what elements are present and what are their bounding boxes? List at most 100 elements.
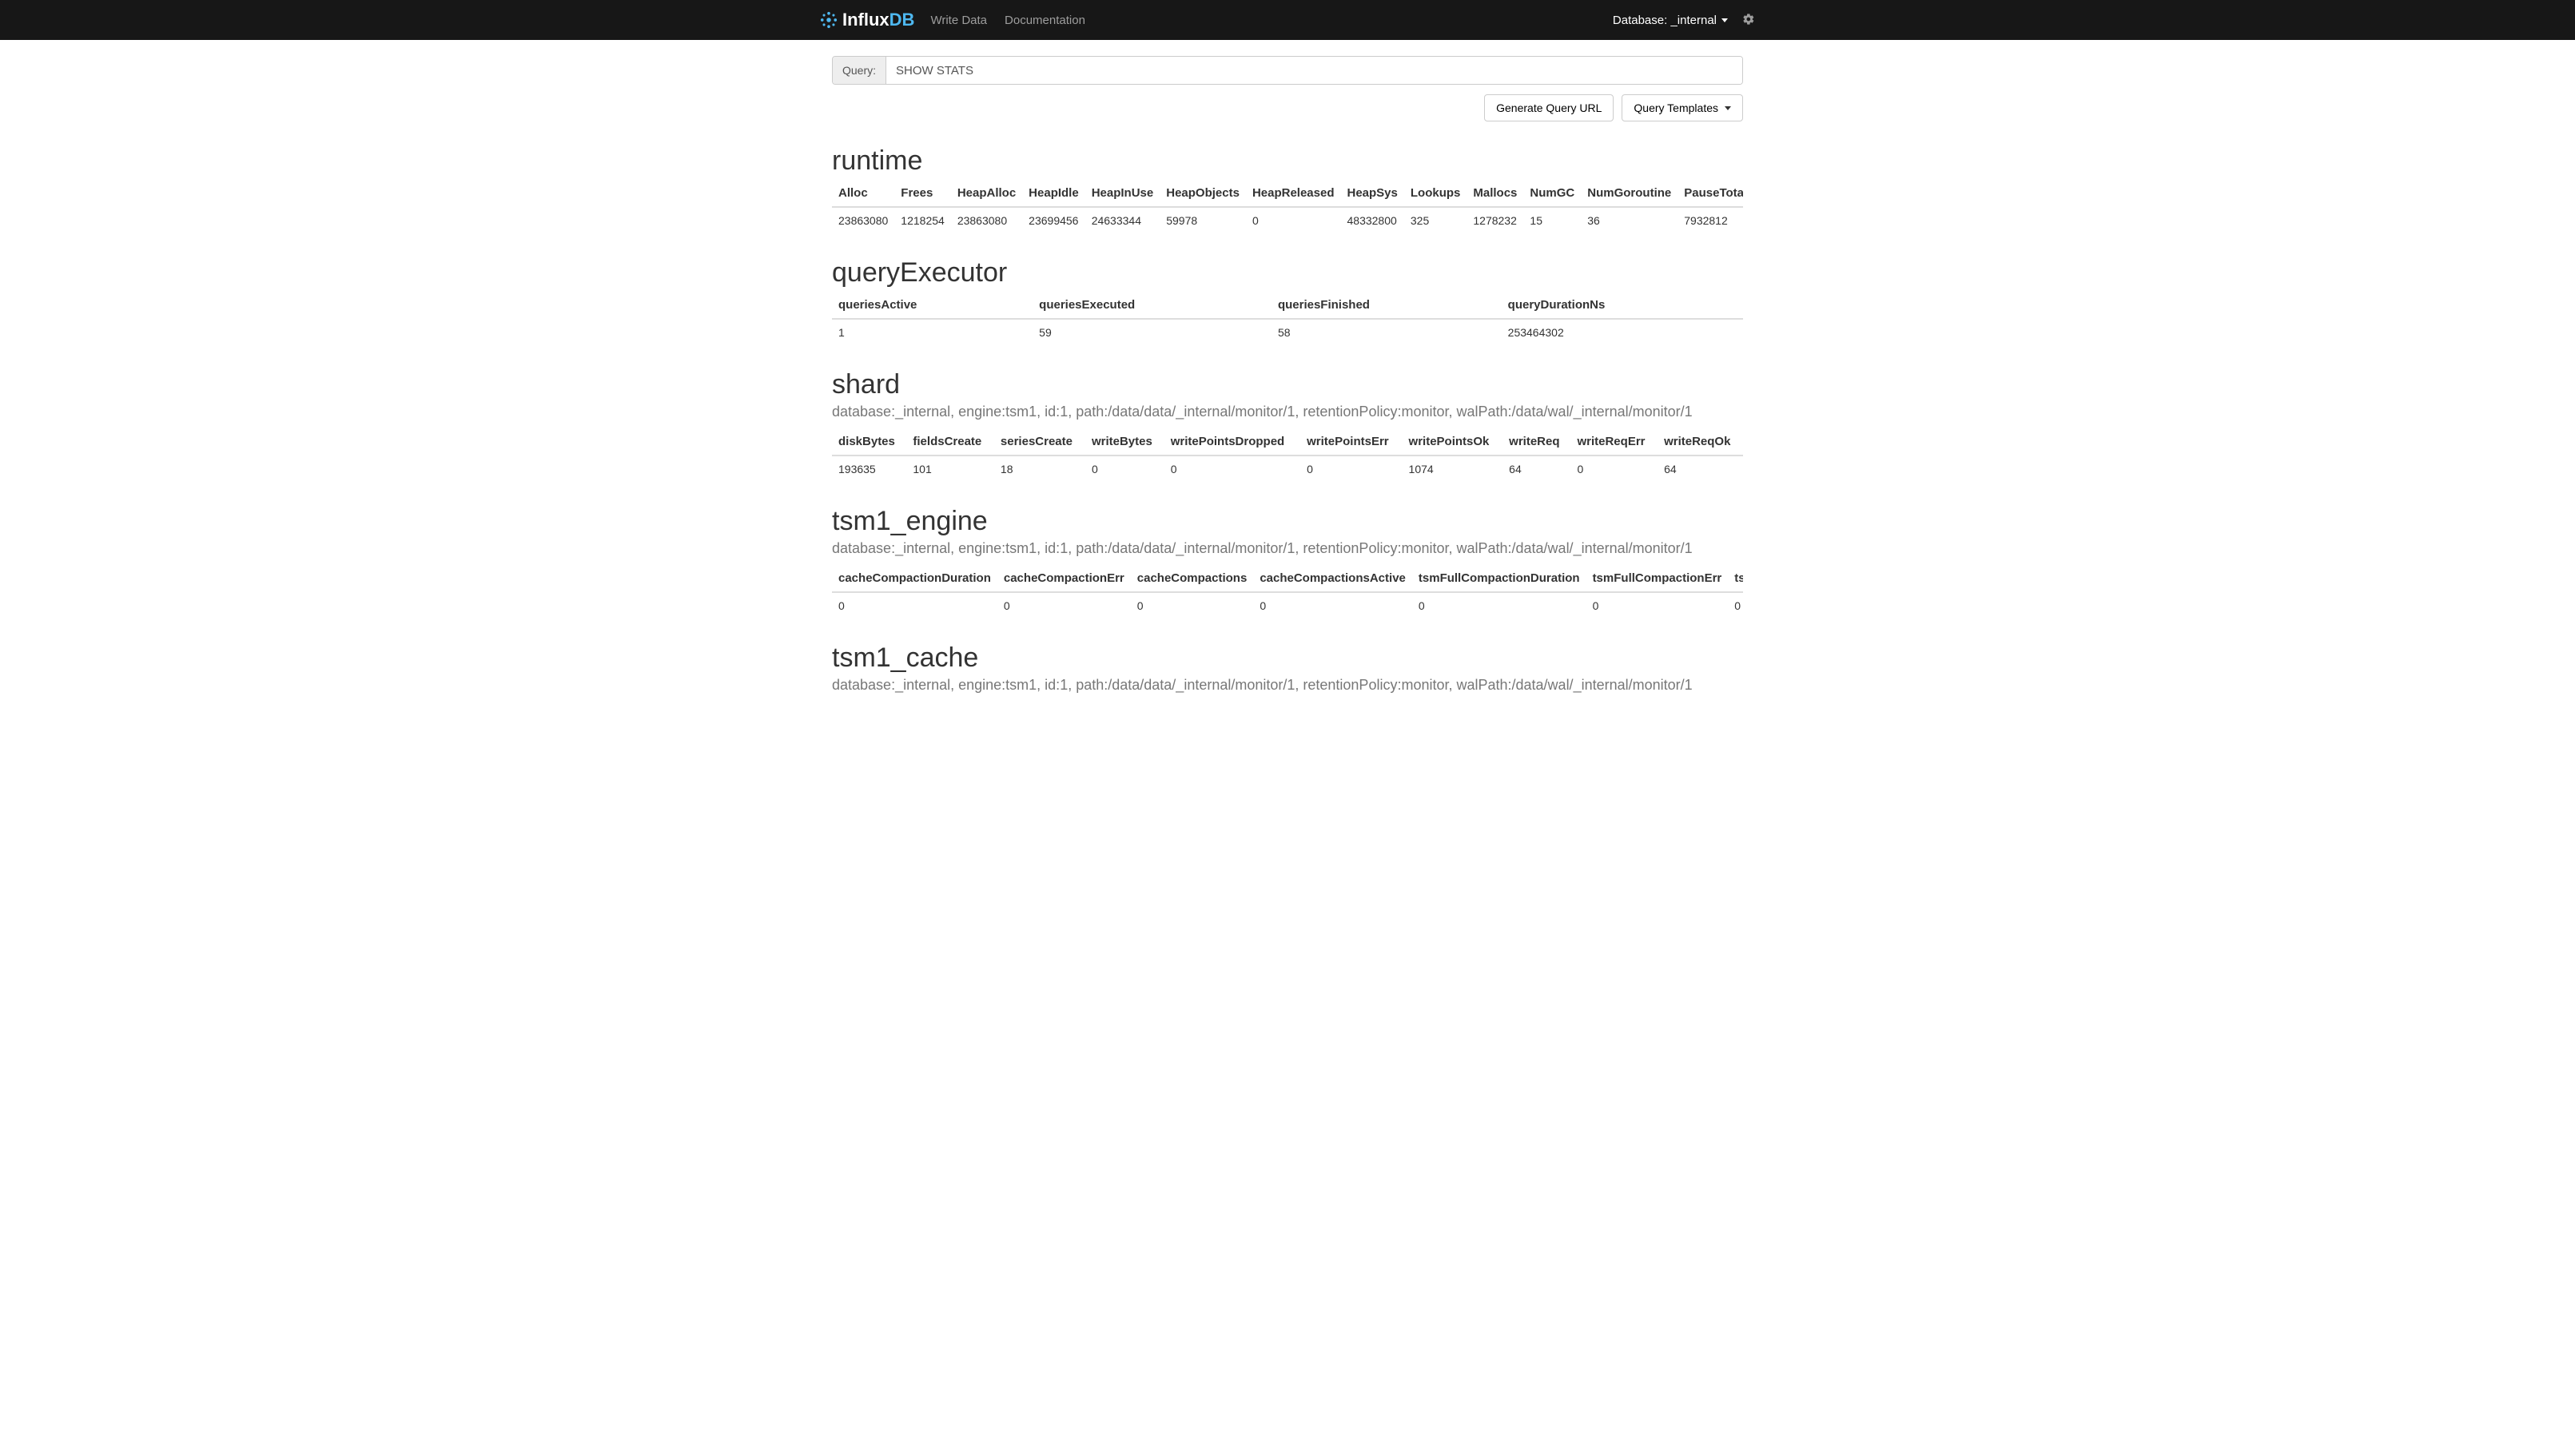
column-header: cacheCompactionDuration xyxy=(832,565,997,592)
column-header: HeapObjects xyxy=(1160,180,1246,207)
column-header: cacheCompactionsActive xyxy=(1253,565,1412,592)
nav-links: Write Data Documentation xyxy=(930,14,1085,27)
generate-query-url-button[interactable]: Generate Query URL xyxy=(1484,94,1614,121)
results-table: AllocFreesHeapAllocHeapIdleHeapInUseHeap… xyxy=(832,180,1743,233)
query-label: Query: xyxy=(833,57,886,84)
column-header: PauseTotalNs xyxy=(1678,180,1743,207)
influx-logo-icon xyxy=(820,11,838,29)
section-shard: shard database:_internal, engine:tsm1, id… xyxy=(832,369,1743,482)
database-dropdown[interactable]: Database: _internal xyxy=(1613,14,1728,27)
nav-right: Database: _internal xyxy=(1613,13,1755,28)
section-subtitle: database:_internal, engine:tsm1, id:1, p… xyxy=(832,540,1743,557)
nav-link-write-data[interactable]: Write Data xyxy=(930,14,987,27)
table-row: 00000000 xyxy=(832,592,1743,619)
table-cell: 64 xyxy=(1658,455,1743,482)
table-wrap: cacheCompactionDurationcacheCompactionEr… xyxy=(832,565,1743,619)
table-cell: 24633344 xyxy=(1085,207,1160,233)
table-cell: 101 xyxy=(906,455,994,482)
table-cell: 23863080 xyxy=(832,207,894,233)
table-cell: 0 xyxy=(1300,455,1402,482)
caret-down-icon xyxy=(1721,18,1728,22)
column-header: writePointsOk xyxy=(1403,428,1503,455)
column-header: NumGoroutine xyxy=(1581,180,1678,207)
table-cell: 15 xyxy=(1523,207,1581,233)
table-cell: 23863080 xyxy=(951,207,1022,233)
section-title: shard xyxy=(832,369,1743,400)
database-dropdown-label: Database: _internal xyxy=(1613,14,1717,27)
results-table: queriesActivequeriesExecutedqueriesFinis… xyxy=(832,292,1743,345)
brand-text: InfluxDB xyxy=(842,10,914,30)
column-header: Alloc xyxy=(832,180,894,207)
results-sections: runtime AllocFreesHeapAllocHeapIdleHeapIn… xyxy=(832,145,1743,694)
main-container: Query: Generate Query URL Query Template… xyxy=(820,40,1755,718)
column-header: Mallocs xyxy=(1467,180,1523,207)
table-cell: 0 xyxy=(1570,455,1658,482)
gear-icon[interactable] xyxy=(1742,13,1755,28)
table-cell: 0 xyxy=(1412,592,1586,619)
column-header: Frees xyxy=(894,180,951,207)
section-runtime: runtime AllocFreesHeapAllocHeapIdleHeapIn… xyxy=(832,145,1743,233)
table-cell: 0 xyxy=(1085,455,1164,482)
column-header: tsmFullCompactionErr xyxy=(1586,565,1729,592)
table-cell: 0 xyxy=(1164,455,1300,482)
table-cell: 23699456 xyxy=(1022,207,1085,233)
brand-logo[interactable]: InfluxDB xyxy=(820,10,914,30)
table-wrap: diskBytesfieldsCreateseriesCreatewriteBy… xyxy=(832,428,1743,482)
results-table: cacheCompactionDurationcacheCompactionEr… xyxy=(832,565,1743,619)
column-header: queriesActive xyxy=(832,292,1033,319)
query-templates-button[interactable]: Query Templates xyxy=(1622,94,1743,121)
column-header: queryDurationNs xyxy=(1502,292,1743,319)
table-cell: 0 xyxy=(1246,207,1341,233)
nav-link-documentation[interactable]: Documentation xyxy=(1005,14,1085,27)
column-header: writeReqErr xyxy=(1570,428,1658,455)
table-wrap: queriesActivequeriesExecutedqueriesFinis… xyxy=(832,292,1743,345)
brand-text-db: DB xyxy=(890,10,915,30)
column-header: fieldsCreate xyxy=(906,428,994,455)
table-row: 2386308012182542386308023699456246333445… xyxy=(832,207,1743,233)
table-cell: 1278232 xyxy=(1467,207,1523,233)
table-cell: 0 xyxy=(1131,592,1254,619)
column-header: diskBytes xyxy=(832,428,906,455)
table-cell: 1074 xyxy=(1403,455,1503,482)
query-templates-label: Query Templates xyxy=(1634,101,1718,114)
table-cell: 325 xyxy=(1404,207,1467,233)
query-input[interactable] xyxy=(886,57,1742,84)
table-row: 19363510118000107464064 xyxy=(832,455,1743,482)
results-table: diskBytesfieldsCreateseriesCreatewriteBy… xyxy=(832,428,1743,482)
table-wrap: AllocFreesHeapAllocHeapIdleHeapInUseHeap… xyxy=(832,180,1743,233)
brand-text-influx: Influx xyxy=(842,10,890,30)
column-header: HeapSys xyxy=(1341,180,1404,207)
table-row: 15958253464302 xyxy=(832,319,1743,345)
table-cell: 0 xyxy=(1586,592,1729,619)
section-title: runtime xyxy=(832,145,1743,177)
column-header: HeapInUse xyxy=(1085,180,1160,207)
section-title: tsm1_engine xyxy=(832,506,1743,537)
column-header: queriesFinished xyxy=(1272,292,1502,319)
table-cell: 48332800 xyxy=(1341,207,1404,233)
column-header: writeReqOk xyxy=(1658,428,1743,455)
column-header: writePointsDropped xyxy=(1164,428,1300,455)
table-cell: 193635 xyxy=(832,455,906,482)
table-cell: 0 xyxy=(1253,592,1412,619)
section-title: queryExecutor xyxy=(832,257,1743,288)
column-header: HeapReleased xyxy=(1246,180,1341,207)
column-header: writePointsErr xyxy=(1300,428,1402,455)
table-cell: 0 xyxy=(997,592,1131,619)
section-tsm1_engine: tsm1_engine database:_internal, engine:ts… xyxy=(832,506,1743,619)
column-header: HeapAlloc xyxy=(951,180,1022,207)
query-bar: Query: xyxy=(832,56,1743,85)
column-header: tsmFullCompactions xyxy=(1728,565,1743,592)
column-header: HeapIdle xyxy=(1022,180,1085,207)
column-header: writeReq xyxy=(1502,428,1570,455)
table-cell: 0 xyxy=(1728,592,1743,619)
table-cell: 58 xyxy=(1272,319,1502,345)
section-title: tsm1_cache xyxy=(832,642,1743,674)
section-subtitle: database:_internal, engine:tsm1, id:1, p… xyxy=(832,404,1743,420)
table-cell: 1218254 xyxy=(894,207,951,233)
table-cell: 253464302 xyxy=(1502,319,1743,345)
navbar-inner: InfluxDB Write Data Documentation Databa… xyxy=(820,10,1755,30)
column-header: seriesCreate xyxy=(994,428,1085,455)
table-cell: 1 xyxy=(832,319,1033,345)
caret-down-icon xyxy=(1725,106,1731,110)
column-header: NumGC xyxy=(1523,180,1581,207)
